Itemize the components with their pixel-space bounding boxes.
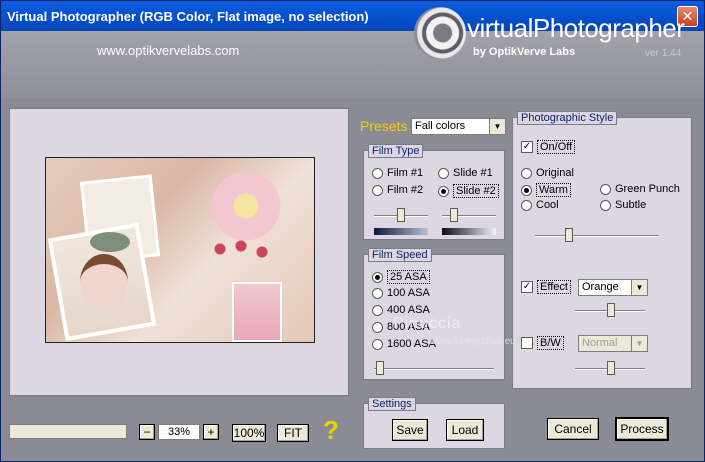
photographic-style-title: Photographic Style <box>517 111 618 125</box>
bw-label: B/W <box>537 336 564 350</box>
radio-selected-icon[interactable] <box>521 184 532 196</box>
preview-panel <box>9 108 349 396</box>
radio-icon[interactable] <box>372 321 383 333</box>
film-speed-100-label: 100 ASA <box>387 287 430 299</box>
film-type-film1[interactable]: Film #1 <box>372 167 423 179</box>
preview-berries <box>206 234 276 264</box>
presets-select[interactable]: Fall colors ▼ <box>411 118 506 135</box>
film-speed-25-label: 25 ASA <box>387 270 430 284</box>
style-subtle-label: Subtle <box>615 199 647 211</box>
effect-checkbox[interactable]: ✓ Effect <box>521 280 571 294</box>
radio-icon[interactable] <box>372 184 383 196</box>
bw-slider-thumb[interactable] <box>607 361 615 375</box>
window-title: Virtual Photographer (RGB Color, Flat im… <box>7 9 369 24</box>
style-original[interactable]: Original <box>521 167 574 179</box>
radio-selected-icon[interactable] <box>372 271 383 283</box>
film-type-slide2-label: Slide #2 <box>453 184 499 198</box>
film-type-film1-label: Film #1 <box>387 167 424 179</box>
checkbox-checked-icon[interactable]: ✓ <box>521 141 533 153</box>
chevron-down-icon[interactable]: ▼ <box>631 280 647 295</box>
film-type-slide1-label: Slide #1 <box>453 167 493 179</box>
style-green-punch[interactable]: Green Punch <box>600 183 680 195</box>
style-warm[interactable]: Warm <box>521 183 571 197</box>
presets-selected-value: Fall colors <box>415 120 466 132</box>
radio-icon[interactable] <box>521 167 532 179</box>
bw-select: Normal ▼ <box>578 335 648 352</box>
watermark-url: www.ipiregrafica.eu <box>429 336 516 347</box>
film-speed-25[interactable]: 25 ASA <box>372 270 430 284</box>
style-subtle[interactable]: Subtle <box>600 199 646 211</box>
onoff-label: On/Off <box>537 140 576 154</box>
chevron-down-icon: ▼ <box>631 336 647 351</box>
website-url[interactable]: www.optikvervelabs.com <box>97 43 239 58</box>
chevron-down-icon[interactable]: ▼ <box>489 119 505 134</box>
radio-icon[interactable] <box>372 287 383 299</box>
radio-icon[interactable] <box>600 183 611 195</box>
film-type-slide1[interactable]: Slide #1 <box>438 167 493 179</box>
film-type-film2[interactable]: Film #2 <box>372 184 423 196</box>
version-label: ver 1.44 <box>645 48 682 59</box>
style-original-label: Original <box>536 167 574 179</box>
lens-logo-icon <box>414 7 466 59</box>
radio-selected-icon[interactable] <box>438 185 449 197</box>
preview-vase <box>232 282 282 342</box>
film-type-gradient-1 <box>374 228 428 235</box>
bw-selected-value: Normal <box>582 337 618 349</box>
film-speed-slider-thumb[interactable] <box>376 361 384 375</box>
film-type-title: Film Type <box>368 144 424 158</box>
film-type-group: Film Type Film #1 Film #2 Slide #1 Slide… <box>363 144 505 240</box>
preview-doll-face <box>80 254 128 310</box>
cancel-button[interactable]: Cancel <box>547 418 599 440</box>
watermark-name: Pinuccia <box>393 315 462 332</box>
film-type-film2-label: Film #2 <box>387 184 424 196</box>
film-speed-1600[interactable]: 1600 ASA <box>372 338 436 350</box>
settings-group: Settings Save Load <box>363 397 505 449</box>
zoom-out-button[interactable]: − <box>139 424 155 440</box>
logo-text: virtualPhotographer <box>467 13 685 43</box>
zoom-value: 33% <box>158 424 200 440</box>
onoff-checkbox[interactable]: ✓ On/Off <box>521 140 576 154</box>
help-icon[interactable]: ? <box>323 415 339 446</box>
settings-title: Settings <box>368 397 416 411</box>
film-speed-100[interactable]: 100 ASA <box>372 287 430 299</box>
film-speed-title: Film Speed <box>368 248 432 262</box>
radio-icon[interactable] <box>600 199 611 211</box>
film-type-slider-1-thumb[interactable] <box>397 208 405 222</box>
style-warm-label: Warm <box>536 183 571 197</box>
radio-icon[interactable] <box>438 167 449 179</box>
film-speed-slider-track[interactable] <box>374 368 494 370</box>
film-type-gradient-2 <box>442 228 496 235</box>
film-type-slide2[interactable]: Slide #2 <box>438 184 499 198</box>
style-green-punch-label: Green Punch <box>615 183 680 195</box>
zoom-in-button[interactable]: + <box>203 424 219 440</box>
effect-slider-thumb[interactable] <box>607 303 615 317</box>
radio-icon[interactable] <box>372 167 383 179</box>
checkbox-unchecked-icon[interactable] <box>521 337 533 349</box>
app-window: Virtual Photographer (RGB Color, Flat im… <box>0 0 705 462</box>
radio-icon[interactable] <box>372 304 383 316</box>
checkbox-checked-icon[interactable]: ✓ <box>521 281 533 293</box>
preview-image[interactable] <box>45 157 315 343</box>
preview-bow <box>90 232 130 252</box>
progress-bar <box>9 424 127 439</box>
bw-checkbox[interactable]: B/W <box>521 336 564 350</box>
process-button[interactable]: Process <box>615 417 669 441</box>
radio-icon[interactable] <box>372 338 383 350</box>
photographic-style-group: Photographic Style ✓ On/Off Original War… <box>512 111 692 389</box>
effect-label: Effect <box>537 280 571 294</box>
style-slider-track[interactable] <box>535 235 659 237</box>
zoom-100-button[interactable]: 100% <box>232 424 266 442</box>
effect-select[interactable]: Orange ▼ <box>578 279 648 296</box>
film-type-slider-2-thumb[interactable] <box>450 208 458 222</box>
presets-label: Presets <box>360 118 408 134</box>
style-slider-thumb[interactable] <box>565 228 573 242</box>
logo-subtitle: by OptikVerve Labs <box>473 46 576 58</box>
radio-icon[interactable] <box>521 199 532 211</box>
effect-selected-value: Orange <box>582 281 619 293</box>
style-cool[interactable]: Cool <box>521 199 559 211</box>
load-button[interactable]: Load <box>446 419 484 441</box>
zoom-fit-button[interactable]: FIT <box>277 424 309 442</box>
save-button[interactable]: Save <box>392 419 428 441</box>
style-cool-label: Cool <box>536 199 559 211</box>
